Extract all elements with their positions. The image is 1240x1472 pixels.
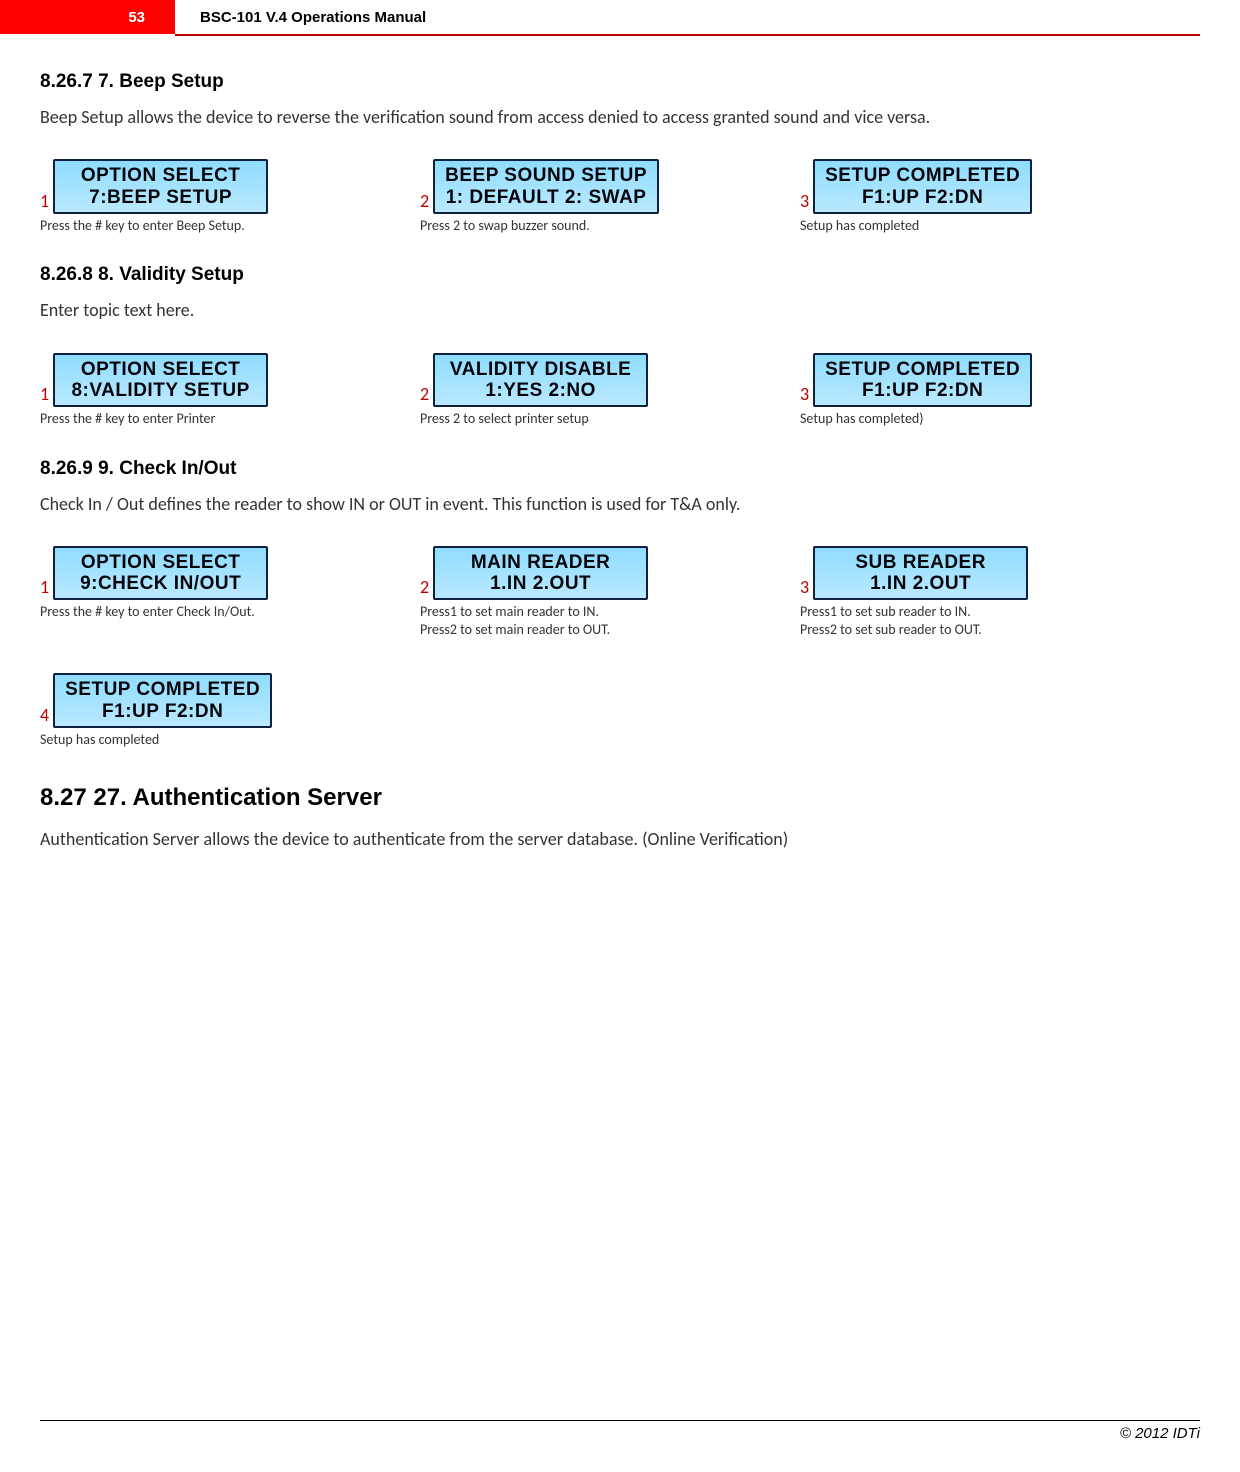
page-footer: © 2012 IDTi bbox=[0, 1420, 1240, 1442]
screens-check: 1 OPTION SELECT 9:CHECK IN/OUT Press the… bbox=[40, 546, 1200, 749]
lcd-screen: SETUP COMPLETED F1:UP F2:DN bbox=[813, 353, 1032, 408]
lcd-line-1: SETUP COMPLETED bbox=[65, 679, 260, 700]
step-caption: Press the # key to enter Printer bbox=[40, 410, 360, 428]
heading-beep-setup: 8.26.7 7. Beep Setup bbox=[40, 71, 1200, 93]
lcd-screen: OPTION SELECT 8:VALIDITY SETUP bbox=[53, 353, 268, 408]
step-caption: Press 2 to select printer setup bbox=[420, 410, 740, 428]
lcd-screen: SETUP COMPLETED F1:UP F2:DN bbox=[813, 159, 1032, 214]
step-number: 3 bbox=[800, 192, 809, 214]
screen-step: 3 SETUP COMPLETED F1:UP F2:DN Setup has … bbox=[800, 159, 1120, 234]
lcd-screen: VALIDITY DISABLE 1:YES 2:NO bbox=[433, 353, 648, 408]
lcd-screen: SUB READER 1.IN 2.OUT bbox=[813, 546, 1028, 601]
page-header: 53 BSC-101 V.4 Operations Manual bbox=[0, 0, 1240, 34]
lcd-line-2: 8:VALIDITY SETUP bbox=[65, 380, 256, 401]
screen-step: 1 OPTION SELECT 9:CHECK IN/OUT Press the… bbox=[40, 546, 360, 639]
step-caption: Press1 to set main reader to IN. Press2 … bbox=[420, 603, 740, 638]
copyright-text: © 2012 IDTi bbox=[0, 1421, 1240, 1442]
screens-beep: 1 OPTION SELECT 7:BEEP SETUP Press the #… bbox=[40, 159, 1200, 234]
step-number: 2 bbox=[420, 385, 429, 407]
body-check-inout: Check In / Out defines the reader to sho… bbox=[40, 492, 1200, 516]
lcd-line-1: SETUP COMPLETED bbox=[825, 165, 1020, 186]
lcd-line-1: OPTION SELECT bbox=[65, 359, 256, 380]
step-number: 1 bbox=[40, 385, 49, 407]
screen-step: 3 SUB READER 1.IN 2.OUT Press1 to set su… bbox=[800, 546, 1120, 639]
lcd-line-2: 1:YES 2:NO bbox=[445, 380, 636, 401]
step-number: 1 bbox=[40, 192, 49, 214]
step-number: 2 bbox=[420, 578, 429, 600]
lcd-line-2: F1:UP F2:DN bbox=[65, 701, 260, 722]
page-number: 53 bbox=[128, 9, 145, 26]
body-validity-setup: Enter topic text here. bbox=[40, 298, 1200, 322]
step-caption: Setup has completed) bbox=[800, 410, 1120, 428]
body-beep-setup: Beep Setup allows the device to reverse … bbox=[40, 105, 1200, 129]
document-title: BSC-101 V.4 Operations Manual bbox=[200, 0, 426, 34]
screens-validity: 1 OPTION SELECT 8:VALIDITY SETUP Press t… bbox=[40, 353, 1200, 428]
lcd-line-2: 1.IN 2.OUT bbox=[825, 573, 1016, 594]
lcd-line-2: 7:BEEP SETUP bbox=[65, 187, 256, 208]
heading-auth-server: 8.27 27. Authentication Server bbox=[40, 784, 1200, 812]
lcd-line-1: MAIN READER bbox=[445, 552, 636, 573]
lcd-line-1: SETUP COMPLETED bbox=[825, 359, 1020, 380]
lcd-line-1: OPTION SELECT bbox=[65, 552, 256, 573]
lcd-screen: SETUP COMPLETED F1:UP F2:DN bbox=[53, 673, 272, 728]
lcd-line-1: VALIDITY DISABLE bbox=[445, 359, 636, 380]
lcd-line-1: SUB READER bbox=[825, 552, 1016, 573]
step-caption: Press the # key to enter Beep Setup. bbox=[40, 217, 360, 235]
step-number: 2 bbox=[420, 192, 429, 214]
heading-check-inout: 8.26.9 9. Check In/Out bbox=[40, 458, 1200, 480]
body-auth-server: Authentication Server allows the device … bbox=[40, 827, 1200, 851]
step-number: 3 bbox=[800, 578, 809, 600]
lcd-screen: OPTION SELECT 7:BEEP SETUP bbox=[53, 159, 268, 214]
screen-step: 2 BEEP SOUND SETUP 1: DEFAULT 2: SWAP Pr… bbox=[420, 159, 740, 234]
lcd-screen: OPTION SELECT 9:CHECK IN/OUT bbox=[53, 546, 268, 601]
lcd-line-1: BEEP SOUND SETUP bbox=[445, 165, 647, 186]
step-number: 1 bbox=[40, 578, 49, 600]
step-caption: Setup has completed bbox=[40, 731, 360, 749]
lcd-line-2: F1:UP F2:DN bbox=[825, 380, 1020, 401]
screen-step: 1 OPTION SELECT 8:VALIDITY SETUP Press t… bbox=[40, 353, 360, 428]
screen-step: 2 MAIN READER 1.IN 2.OUT Press1 to set m… bbox=[420, 546, 740, 639]
lcd-line-2: 9:CHECK IN/OUT bbox=[65, 573, 256, 594]
screen-step: 4 SETUP COMPLETED F1:UP F2:DN Setup has … bbox=[40, 673, 360, 748]
step-caption: Setup has completed bbox=[800, 217, 1120, 235]
page-number-block: 53 bbox=[0, 0, 175, 34]
lcd-screen: BEEP SOUND SETUP 1: DEFAULT 2: SWAP bbox=[433, 159, 659, 214]
screen-step: 3 SETUP COMPLETED F1:UP F2:DN Setup has … bbox=[800, 353, 1120, 428]
lcd-line-2: F1:UP F2:DN bbox=[825, 187, 1020, 208]
lcd-line-1: OPTION SELECT bbox=[65, 165, 256, 186]
screen-step: 1 OPTION SELECT 7:BEEP SETUP Press the #… bbox=[40, 159, 360, 234]
step-caption: Press1 to set sub reader to IN. Press2 t… bbox=[800, 603, 1120, 638]
heading-validity-setup: 8.26.8 8. Validity Setup bbox=[40, 264, 1200, 286]
lcd-line-2: 1.IN 2.OUT bbox=[445, 573, 636, 594]
step-number: 3 bbox=[800, 385, 809, 407]
step-caption: Press the # key to enter Check In/Out. bbox=[40, 603, 360, 621]
lcd-line-2: 1: DEFAULT 2: SWAP bbox=[445, 187, 647, 208]
step-caption: Press 2 to swap buzzer sound. bbox=[420, 217, 740, 235]
step-number: 4 bbox=[40, 706, 49, 728]
screen-step: 2 VALIDITY DISABLE 1:YES 2:NO Press 2 to… bbox=[420, 353, 740, 428]
lcd-screen: MAIN READER 1.IN 2.OUT bbox=[433, 546, 648, 601]
